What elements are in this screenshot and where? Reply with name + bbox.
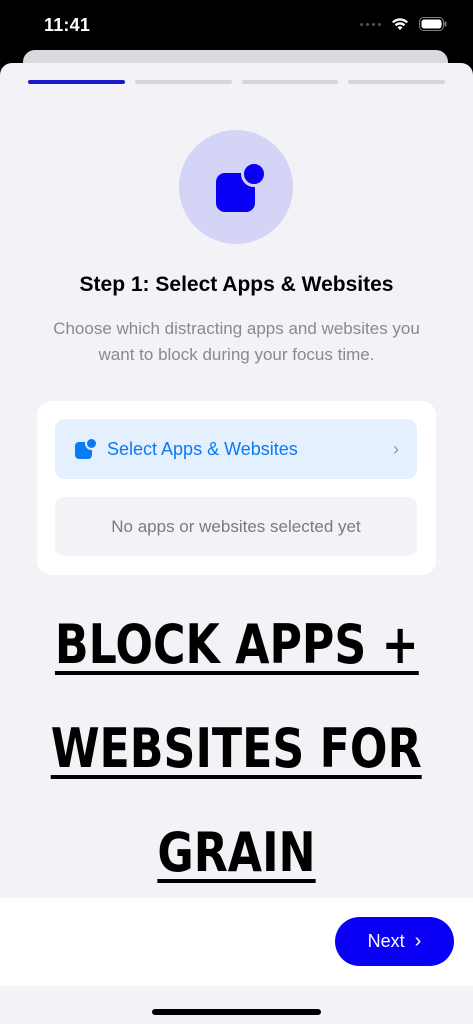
app-badge-icon [241, 161, 267, 187]
progress-segment [134, 80, 232, 84]
selection-card: Select Apps & Websites › No apps or webs… [37, 401, 436, 575]
progress-segment [241, 80, 339, 84]
step-progress [28, 80, 445, 84]
signal-icon [360, 22, 381, 26]
next-label: Next [367, 931, 405, 951]
footer-bar: Next › [0, 898, 473, 986]
wifi-icon [392, 18, 408, 30]
home-indicator[interactable] [152, 1009, 321, 1015]
onboarding-sheet: Step 1: Select Apps & Websites Choose wh… [0, 63, 473, 1024]
progress-segment [348, 80, 445, 84]
overlay-line: GRAIN [157, 821, 316, 884]
step-subtitle: Choose which distracting apps and websit… [53, 319, 420, 364]
chevron-right-icon: › [414, 930, 422, 952]
empty-selection-placeholder: No apps or websites selected yet [55, 497, 417, 556]
progress-segment [28, 80, 125, 84]
hero-icon-circle [179, 130, 293, 244]
battery-icon [419, 17, 447, 31]
select-apps-label: Select Apps & Websites [107, 438, 298, 459]
overlay-line: BLOCK APPS + [54, 613, 419, 676]
status-icons [360, 17, 447, 31]
promo-overlay-text: BLOCK APPS + WEBSITES FOR GRAIN [0, 593, 473, 905]
app-badge-icon [75, 437, 98, 459]
status-bar: 11:41 [0, 0, 473, 50]
chevron-right-icon: › [393, 438, 399, 459]
overlay-line: WEBSITES FOR [51, 717, 422, 780]
next-button[interactable]: Next › [335, 917, 454, 966]
status-time: 11:41 [44, 15, 91, 35]
step-title: Step 1: Select Apps & Websites [79, 273, 394, 296]
select-apps-websites-button[interactable]: Select Apps & Websites › [55, 419, 417, 479]
